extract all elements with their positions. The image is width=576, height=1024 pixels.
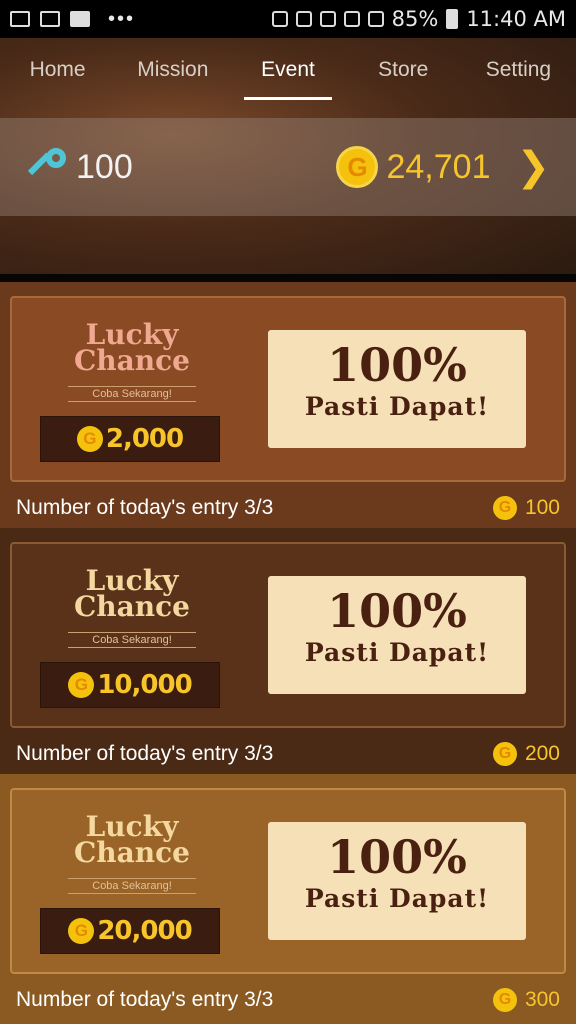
price-value: 20,000 (97, 916, 192, 946)
chevron-right-icon[interactable]: ❯ (516, 144, 550, 190)
coin-icon: G (76, 426, 103, 452)
gallery-icon (10, 11, 30, 27)
price-badge: G 10,000 (40, 662, 220, 708)
more-notifications-icon: ••• (108, 7, 136, 30)
promo-text: Pasti Dapat! (304, 392, 490, 421)
coin-icon: G (68, 918, 95, 944)
guarantee-banner: 100% Pasti Dapat! (268, 576, 526, 694)
card-banner[interactable]: Lucky Chance Coba Sekarang! G 10,000 100… (10, 542, 566, 728)
key-count: 100 (76, 147, 133, 186)
notification-icons: ••• (10, 8, 135, 31)
price-value: 2,000 (105, 424, 184, 454)
clock: 11:40 AM (466, 7, 566, 31)
promo-percent: 100% (327, 584, 467, 638)
lucky-chance-card[interactable]: Lucky Chance Coba Sekarang! G 20,000 100… (0, 774, 576, 1024)
promo-percent: 100% (327, 338, 467, 392)
battery-percent: 85% (391, 7, 439, 31)
price-value: 10,000 (97, 670, 192, 700)
event-list: Lucky Chance Coba Sekarang! G 2,000 100%… (0, 282, 576, 1024)
entry-cost: 200 (524, 742, 560, 765)
promo-text: Pasti Dapat! (304, 884, 490, 913)
entry-count: Number of today's entry 3/3 (16, 742, 274, 765)
lucky-chance-title: Lucky Chance (73, 318, 190, 377)
nav-tabs: Home Mission Event Store Setting (0, 38, 576, 102)
guarantee-banner: 100% Pasti Dapat! (268, 330, 526, 448)
card-banner[interactable]: Lucky Chance Coba Sekarang! G 2,000 100%… (10, 296, 566, 482)
entry-count: Number of today's entry 3/3 (16, 496, 274, 519)
alarm-icon (319, 11, 336, 27)
mute-icon (295, 11, 312, 27)
price-badge: G 20,000 (40, 908, 220, 954)
coin-icon: G (336, 146, 379, 188)
entry-info-row: Number of today's entry 3/3 G 100 (0, 488, 576, 528)
coin-icon: G (492, 496, 517, 520)
guarantee-banner: 100% Pasti Dapat! (268, 822, 526, 940)
coin-icon: G (68, 672, 95, 698)
try-now-label: Coba Sekarang! (68, 878, 196, 894)
promo-text: Pasti Dapat! (304, 638, 490, 667)
lucky-chance-title: Lucky Chance (73, 810, 190, 869)
entry-cost: 300 (524, 988, 560, 1011)
entry-info-row: Number of today's entry 3/3 G 300 (0, 980, 576, 1020)
tab-event[interactable]: Event (230, 38, 345, 102)
try-now-label: Coba Sekarang! (68, 386, 196, 402)
tab-home[interactable]: Home (0, 38, 115, 102)
key-icon (26, 146, 68, 188)
coin-icon: G (492, 742, 517, 766)
coin-balance: 24,701 (386, 147, 491, 186)
lucky-chance-card[interactable]: Lucky Chance Coba Sekarang! G 10,000 100… (0, 528, 576, 774)
tab-setting[interactable]: Setting (461, 38, 576, 102)
entry-count: Number of today's entry 3/3 (16, 988, 274, 1011)
entry-info-row: Number of today's entry 3/3 G 200 (0, 734, 576, 774)
wifi-icon (343, 11, 360, 27)
check-icon (70, 11, 90, 27)
tab-store[interactable]: Store (346, 38, 461, 102)
system-icons: 85% 11:40 AM (271, 7, 566, 31)
battery-icon (446, 9, 459, 29)
try-now-label: Coba Sekarang! (68, 632, 196, 648)
coin-icon: G (492, 988, 517, 1012)
lucky-chance-title: Lucky Chance (73, 564, 190, 623)
lucky-chance-card[interactable]: Lucky Chance Coba Sekarang! G 2,000 100%… (0, 282, 576, 528)
price-badge: G 2,000 (40, 416, 220, 462)
app-header: Home Mission Event Store Setting 100 G 2… (0, 38, 576, 318)
keyboard-icon (40, 11, 60, 27)
balance-bar[interactable]: 100 G 24,701 ❯ (0, 118, 576, 216)
promo-percent: 100% (327, 830, 467, 884)
status-bar: ••• 85% 11:40 AM (0, 0, 576, 38)
card-banner[interactable]: Lucky Chance Coba Sekarang! G 20,000 100… (10, 788, 566, 974)
battery-saver-icon (271, 11, 288, 27)
tab-mission[interactable]: Mission (115, 38, 230, 102)
signal-icon (367, 11, 384, 27)
entry-cost: 100 (524, 496, 560, 519)
